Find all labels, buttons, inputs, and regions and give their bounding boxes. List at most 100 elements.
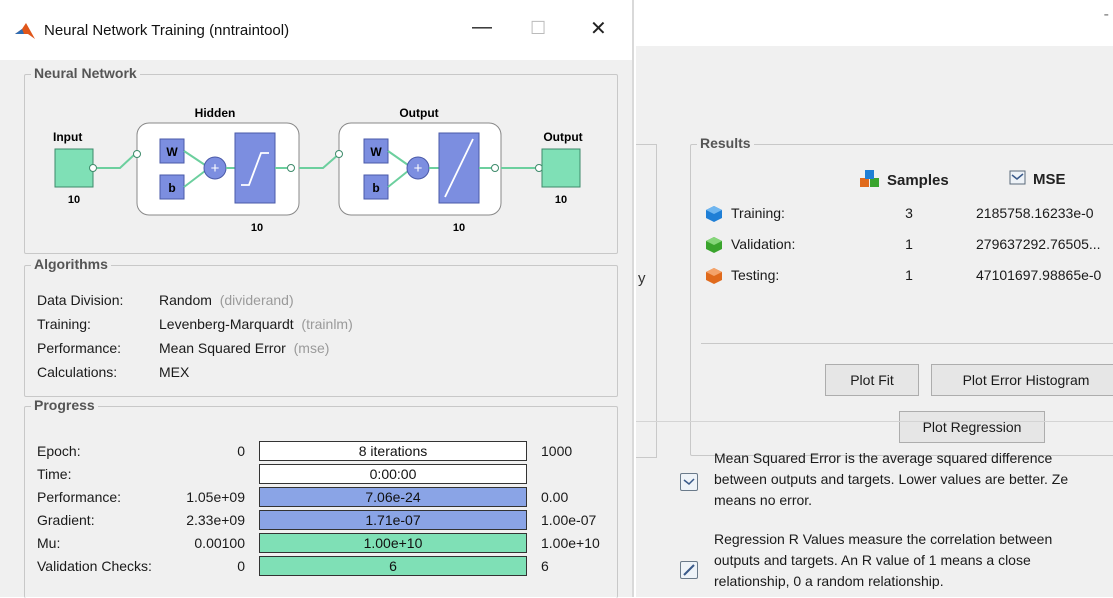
training-mse: 2185758.16233e-0 xyxy=(976,205,1094,221)
algorithm-function: (dividerand) xyxy=(219,292,294,308)
results-row-validation: Validation: 1 279637292.76505... xyxy=(701,234,1113,260)
validation-label: Validation: xyxy=(731,236,796,252)
output-size: 10 xyxy=(555,194,567,206)
regression-description-line: relationship, 0 a random relationship. xyxy=(714,573,944,589)
testing-label: Testing: xyxy=(731,267,780,283)
progress-bar: 0:00:00 xyxy=(259,464,527,484)
output-b-label: b xyxy=(372,181,379,195)
progress-label: Time: xyxy=(37,466,72,482)
progress-bar: 7.06e-24 xyxy=(259,487,527,507)
algorithm-label: Training: xyxy=(37,316,91,332)
progress-bar: 8 iterations xyxy=(259,441,527,461)
network-diagram: Input 10 Hidden W b + 10 Output W b + 10… xyxy=(53,106,583,234)
algorithm-label: Data Division: xyxy=(37,292,124,308)
algorithm-value: Random (dividerand) xyxy=(159,292,294,308)
results-window-titlebar: - xyxy=(636,0,1113,46)
input-label: Input xyxy=(53,130,82,144)
matlab-icon xyxy=(15,23,35,39)
nntraintool-window: Neural Network Training (nntraintool) — … xyxy=(0,0,634,598)
hidden-w-label: W xyxy=(166,145,178,159)
mse-header-label: MSE xyxy=(1033,171,1066,188)
progress-start-value: 0 xyxy=(237,443,245,459)
regression-description-line: Regression R Values measure the correlat… xyxy=(714,531,1053,547)
validation-mse: 279637292.76505... xyxy=(976,236,1101,252)
algorithm-function: (mse) xyxy=(293,340,330,356)
progress-row-gradient: Gradient: 2.33e+09 1.71e-07 1.00e-07 xyxy=(25,510,617,532)
testing-mse: 47101697.98865e-0 xyxy=(976,267,1102,283)
progress-panel: Progress Epoch: 0 8 iterations 1000 Time: 0:0… xyxy=(24,397,618,598)
window-control-mark[interactable]: - xyxy=(1104,6,1109,24)
progress-label: Validation Checks: xyxy=(37,558,152,574)
progress-row-epoch: Epoch: 0 8 iterations 1000 xyxy=(25,441,617,463)
mse-description-line: means no error. xyxy=(714,492,813,508)
output-layer-size: 10 xyxy=(453,222,465,234)
progress-label: Performance: xyxy=(37,489,122,505)
progress-row-mu: Mu: 0.00100 1.00e+10 1.00e+10 xyxy=(25,533,617,555)
output-w-label: W xyxy=(370,145,382,159)
input-size: 10 xyxy=(68,194,80,206)
algorithms-panel: Algorithms Data Division: Random (divide… xyxy=(24,256,618,397)
algorithm-function: (trainlm) xyxy=(301,316,353,332)
close-icon[interactable]: ✕ xyxy=(590,16,607,41)
output-label: Output xyxy=(543,130,582,144)
mse-header: MSE xyxy=(1009,170,1066,188)
results-panel: Results Samples MSE Training: 3 2185758.… xyxy=(690,135,1113,456)
progress-current-value: 1.71e-07 xyxy=(365,512,421,528)
progress-row-validation-checks: Validation Checks: 0 6 6 xyxy=(25,556,617,578)
training-cube-icon xyxy=(706,206,722,222)
regression-description-line: outputs and targets. An R value of 1 mea… xyxy=(714,552,1031,568)
progress-row-performance: Performance: 1.05e+09 7.06e-24 0.00 xyxy=(25,487,617,509)
algorithm-value: MEX xyxy=(159,364,189,380)
progress-label: Epoch: xyxy=(37,443,81,459)
results-row-testing: Testing: 1 47101697.98865e-0 xyxy=(701,265,1113,291)
description-separator xyxy=(636,421,1113,422)
plot-error-histogram-button[interactable]: Plot Error Histogram xyxy=(931,364,1113,396)
maximize-icon[interactable]: ☐ xyxy=(530,18,546,39)
minimize-icon[interactable]: — xyxy=(472,16,492,39)
algorithm-value-text: MEX xyxy=(159,364,190,380)
testing-cube-icon xyxy=(706,268,722,284)
algorithm-label: Calculations: xyxy=(37,364,118,380)
progress-label: Mu: xyxy=(37,535,61,551)
progress-current-value: 8 iterations xyxy=(358,443,428,459)
progress-target-value: 1.00e+10 xyxy=(541,535,600,551)
progress-title: Progress xyxy=(31,397,98,413)
algorithm-value-text: Random xyxy=(159,292,212,308)
progress-start-value: 1.05e+09 xyxy=(186,489,245,505)
algorithm-value-text: Mean Squared Error xyxy=(159,340,286,356)
progress-current-value: 0:00:00 xyxy=(369,466,417,482)
progress-target-value: 1.00e-07 xyxy=(541,512,597,528)
algorithm-value: Levenberg-Marquardt (trainlm) xyxy=(159,316,353,332)
progress-bar: 1.71e-07 xyxy=(259,510,527,530)
progress-current-value: 6 xyxy=(389,558,397,574)
mse-icon xyxy=(1009,170,1026,185)
results-separator xyxy=(701,343,1113,344)
window-titlebar: Neural Network Training (nntraintool) — … xyxy=(0,0,632,60)
plot-fit-button[interactable]: Plot Fit xyxy=(825,364,919,396)
left-panel-clipped-text: y xyxy=(638,270,646,287)
progress-target-value: 1000 xyxy=(541,443,573,459)
mse-description-line: Mean Squared Error is the average square… xyxy=(714,450,1053,466)
algorithm-value-text: Levenberg-Marquardt xyxy=(159,316,294,332)
left-panel-edge xyxy=(636,144,657,458)
algorithms-title: Algorithms xyxy=(31,256,111,272)
regression-info-icon xyxy=(680,561,698,579)
samples-header: Samples xyxy=(859,170,949,189)
plot-regression-button[interactable]: Plot Regression xyxy=(899,411,1045,443)
samples-header-label: Samples xyxy=(887,172,949,189)
output-layer-label: Output xyxy=(399,106,438,120)
validation-cube-icon xyxy=(706,237,722,253)
hidden-size: 10 xyxy=(251,222,263,234)
mse-description: Mean Squared Error is the average square… xyxy=(714,448,1113,511)
progress-start-value: 0.00100 xyxy=(194,535,245,551)
hidden-b-label: b xyxy=(168,181,175,195)
progress-target-value: 6 xyxy=(541,558,549,574)
mse-description-line: between outputs and targets. Lower value… xyxy=(714,471,1069,487)
progress-start-value: 0 xyxy=(237,558,245,574)
mse-info-icon xyxy=(680,473,698,491)
progress-label: Gradient: xyxy=(37,512,95,528)
progress-target-value: 0.00 xyxy=(541,489,569,505)
output-block xyxy=(541,148,581,188)
progress-current-value: 1.00e+10 xyxy=(363,535,423,551)
algorithm-value: Mean Squared Error (mse) xyxy=(159,340,329,356)
